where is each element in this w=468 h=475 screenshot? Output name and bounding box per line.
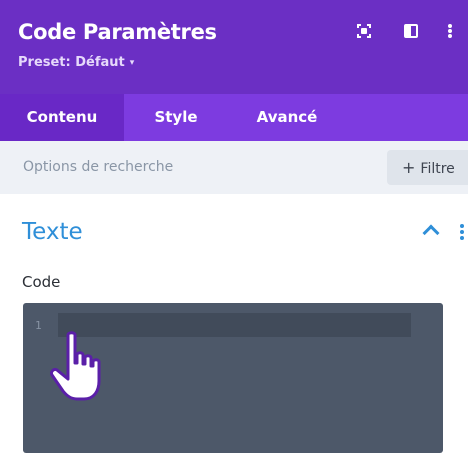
hand-pointer-icon: [50, 331, 120, 411]
line-number: 1: [35, 319, 42, 332]
chevron-up-icon[interactable]: [422, 224, 440, 242]
code-field-label: Code: [22, 273, 61, 291]
settings-header: Code Paramètres Preset: Défaut ▾: [0, 0, 468, 94]
fullscreen-icon[interactable]: [357, 24, 371, 38]
split-view-icon[interactable]: [404, 24, 418, 38]
filter-button[interactable]: + Filtre: [387, 150, 468, 185]
section-more-icon[interactable]: [459, 224, 465, 242]
tab-style[interactable]: Style: [124, 94, 228, 141]
plus-icon: +: [402, 158, 416, 177]
preset-dropdown[interactable]: Preset: Défaut ▾: [18, 55, 134, 70]
tab-avance[interactable]: Avancé: [228, 94, 346, 141]
caret-down-icon: ▾: [129, 58, 135, 68]
search-bar: Options de recherche + Filtre: [0, 141, 468, 194]
preset-label: Preset: Défaut: [18, 55, 125, 70]
tab-bar: Contenu Style Avancé: [0, 94, 468, 141]
tab-contenu[interactable]: Contenu: [0, 94, 124, 141]
search-input[interactable]: Options de recherche: [23, 141, 173, 194]
section-title[interactable]: Texte: [22, 219, 83, 245]
filter-label: Filtre: [420, 161, 455, 177]
more-options-icon[interactable]: [447, 24, 453, 38]
module-title: Code Paramètres: [18, 20, 217, 44]
